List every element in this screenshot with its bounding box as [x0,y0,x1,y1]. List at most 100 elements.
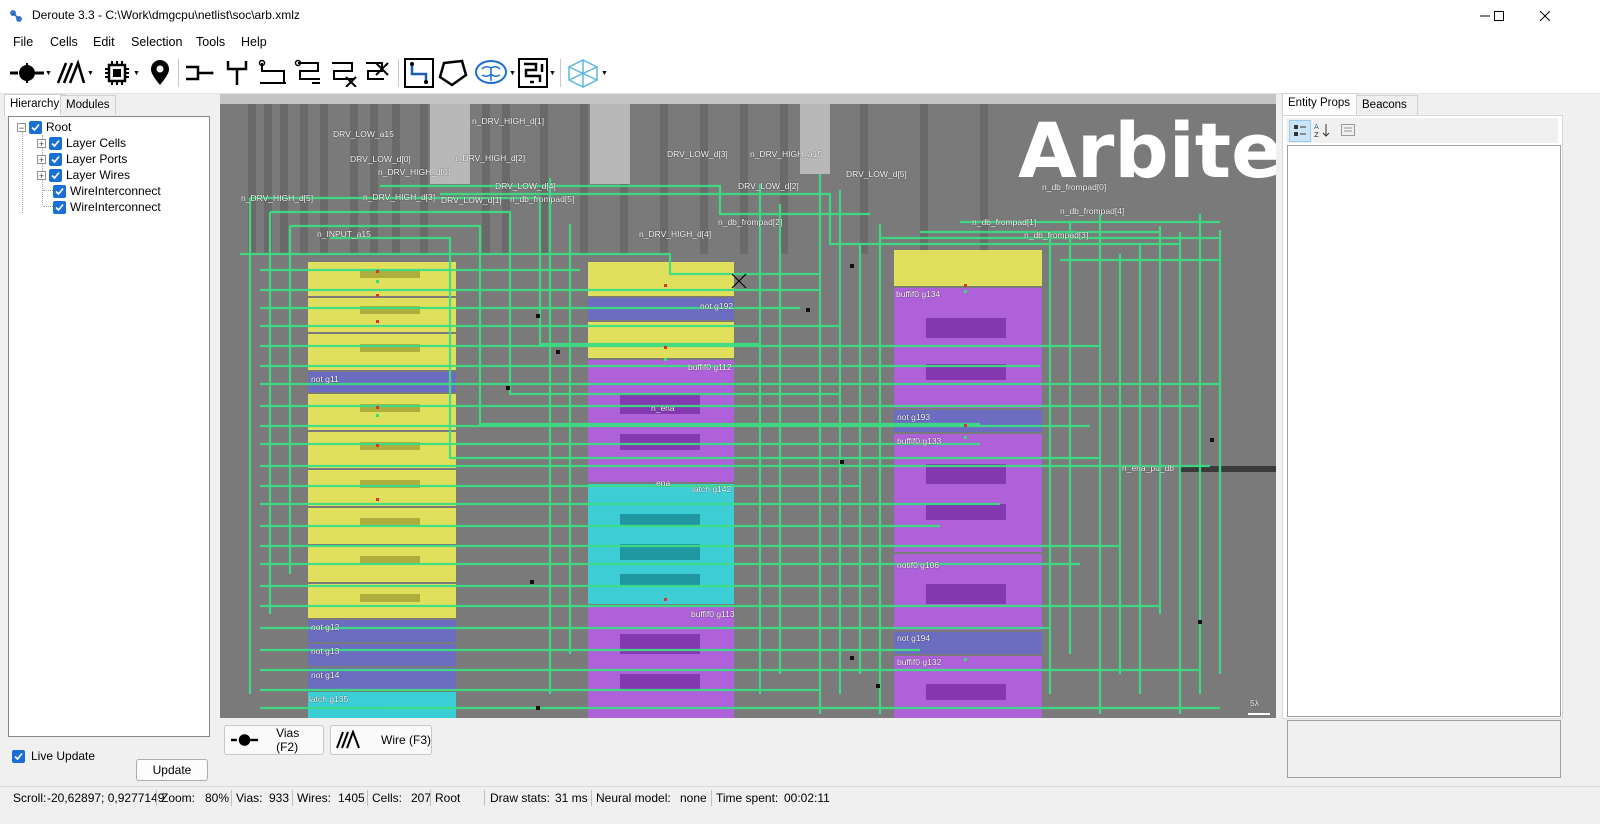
app-icon [10,10,22,22]
menu-cells[interactable]: Cells [50,35,78,49]
tree-root[interactable]: − Root [17,119,71,135]
net-label: DRV_LOW_d[2] [738,181,799,191]
tab-modules[interactable]: Modules [60,95,116,115]
tab-beacons[interactable]: Beacons [1356,95,1418,115]
expand-icon[interactable]: + [37,154,46,164]
scroll-value: -20,62897; 0,9277149 [47,791,165,805]
time-spent-label: Time spent: [716,791,779,805]
tab-hierarchy[interactable]: Hierarchy [4,94,66,116]
live-update-checkbox[interactable] [12,749,25,763]
via-mode-icon[interactable]: ▼ [10,57,52,89]
property-pages-icon[interactable] [1338,120,1358,140]
3d-view-icon[interactable]: ▼ [566,57,608,89]
route-multi-icon[interactable] [294,57,324,89]
cell-label: not g194 [897,633,931,643]
delete-route-icon[interactable] [328,57,358,89]
beacon-icon[interactable] [148,57,172,89]
net-label: n_DRV_HIGH_d[5] [241,193,314,203]
collapse-icon[interactable]: − [17,122,26,132]
cell-label: latch g142 [692,484,732,494]
window-title: Deroute 3.3 - C:\Work\dmgcpu\netlist\soc… [32,8,300,22]
traverse-icon[interactable] [184,57,214,89]
wire-mode-label: Wire (F3) [381,733,431,747]
net-label: n_db_frompad[1] [972,217,1037,227]
checkbox-root[interactable] [29,120,42,134]
toolbar: ▼ ▼ ▼ ▼ ▼ ▼ [0,53,1600,94]
wires-label: Wires: [297,791,331,805]
time-spent-value: 00:02:11 [784,791,830,805]
draw-stats-label: Draw stats: [490,791,551,805]
checkbox-layer-cells[interactable] [49,136,62,150]
maximize-icon[interactable] [1476,0,1522,31]
net-label: n_db_frompad[5] [510,194,575,204]
expand-icon[interactable]: + [37,138,46,148]
via-tool-icon [231,734,259,746]
checkbox-wireinterconnect-1[interactable] [53,184,66,198]
wire-mode-icon[interactable]: ▼ [56,57,94,89]
svg-text:A: A [1314,123,1319,131]
tree-item-wireinterconnect-2[interactable]: WireInterconnect [53,199,161,215]
vias-mode-label: Vias (F2) [276,726,300,754]
delete-all-routes-icon[interactable] [362,57,392,89]
vias-mode-button[interactable]: Vias (F2) [224,725,324,755]
net-label: n_db_frompad[2] [718,217,783,227]
layout-canvas[interactable]: Arbiter 5λ DRV_LOW_a15 n_DRV_HIGH_d[1] D… [220,94,1276,718]
menu-tools[interactable]: Tools [196,35,225,49]
tree-item-wireinterconnect-1[interactable]: WireInterconnect [53,183,161,199]
tree-label: WireInterconnect [70,184,161,198]
neural-model-value: none [680,791,707,805]
sort-alpha-icon[interactable]: AZ [1312,120,1332,140]
cell-label: buffif0 g113 [691,609,735,619]
maze-icon[interactable]: ▼ [518,57,556,89]
tree-label-root: Root [46,120,72,134]
cell-column-3 [894,250,1042,718]
cell-label: not g12 [311,622,340,632]
cell-label: not g192 [700,301,734,311]
net-label: n_DRV_HIGH_d[2] [453,153,526,163]
checkbox-layer-wires[interactable] [49,168,62,182]
tree-item-layer-cells[interactable]: + Layer Cells [37,135,126,151]
fork-icon[interactable] [224,57,250,89]
menu-edit[interactable]: Edit [93,35,115,49]
menu-selection[interactable]: Selection [131,35,182,49]
zoom-value: 80% [205,791,230,805]
menu-file[interactable]: File [13,35,33,49]
close-icon[interactable] [1522,0,1568,31]
menu-bar: File Cells Edit Selection Tools Help [0,31,1600,53]
wire-tool-icon [336,730,360,749]
wire-mode-button[interactable]: Wire (F3) [330,725,432,755]
status-bar: Scroll: -20,62897; 0,9277149 Zoom: 80% V… [0,786,1600,809]
net-label: n_DRV_HIGH_d[3] [363,192,436,202]
net-label: DRV_LOW_d[0] [350,154,411,164]
cell-label: not g14 [311,670,340,680]
scroll-label: Scroll: [13,791,47,805]
checkbox-wireinterconnect-2[interactable] [53,200,66,214]
live-update-label: Live Update [31,749,96,763]
net-label: DRV_LOW_d[4] [495,181,556,191]
menu-help[interactable]: Help [241,35,267,49]
route-single-icon[interactable] [258,57,288,89]
wire-selector-icon[interactable] [404,57,434,89]
scale-label: 5λ [1250,698,1259,708]
net-label: DRV_LOW_d[5] [846,169,907,179]
update-button[interactable]: Update [136,759,208,781]
cell-label: not g11 [311,374,339,384]
expand-icon[interactable]: + [37,170,46,180]
module-name: Root [435,791,461,805]
neural-icon[interactable]: ▼ [474,57,516,89]
port-label: n_ena [651,403,675,413]
tab-entity-props[interactable]: Entity Props [1282,93,1358,115]
cell-label: not g193 [897,412,931,422]
property-grid[interactable] [1287,145,1561,717]
zoom-label: Zoom: [161,791,196,805]
tree-item-layer-ports[interactable]: + Layer Ports [37,151,127,167]
vias-label: Vias: [236,791,263,805]
checkbox-layer-ports[interactable] [49,152,62,166]
polygon-icon[interactable] [438,57,468,89]
cell-mode-icon[interactable]: ▼ [102,57,140,89]
categorized-icon[interactable] [1289,120,1311,142]
cell-label: buffif0 g134 [896,289,941,299]
tree-item-layer-wires[interactable]: + Layer Wires [37,167,130,183]
svg-text:Z: Z [1314,131,1319,138]
cell-label: buffif0 g133 [897,436,942,446]
